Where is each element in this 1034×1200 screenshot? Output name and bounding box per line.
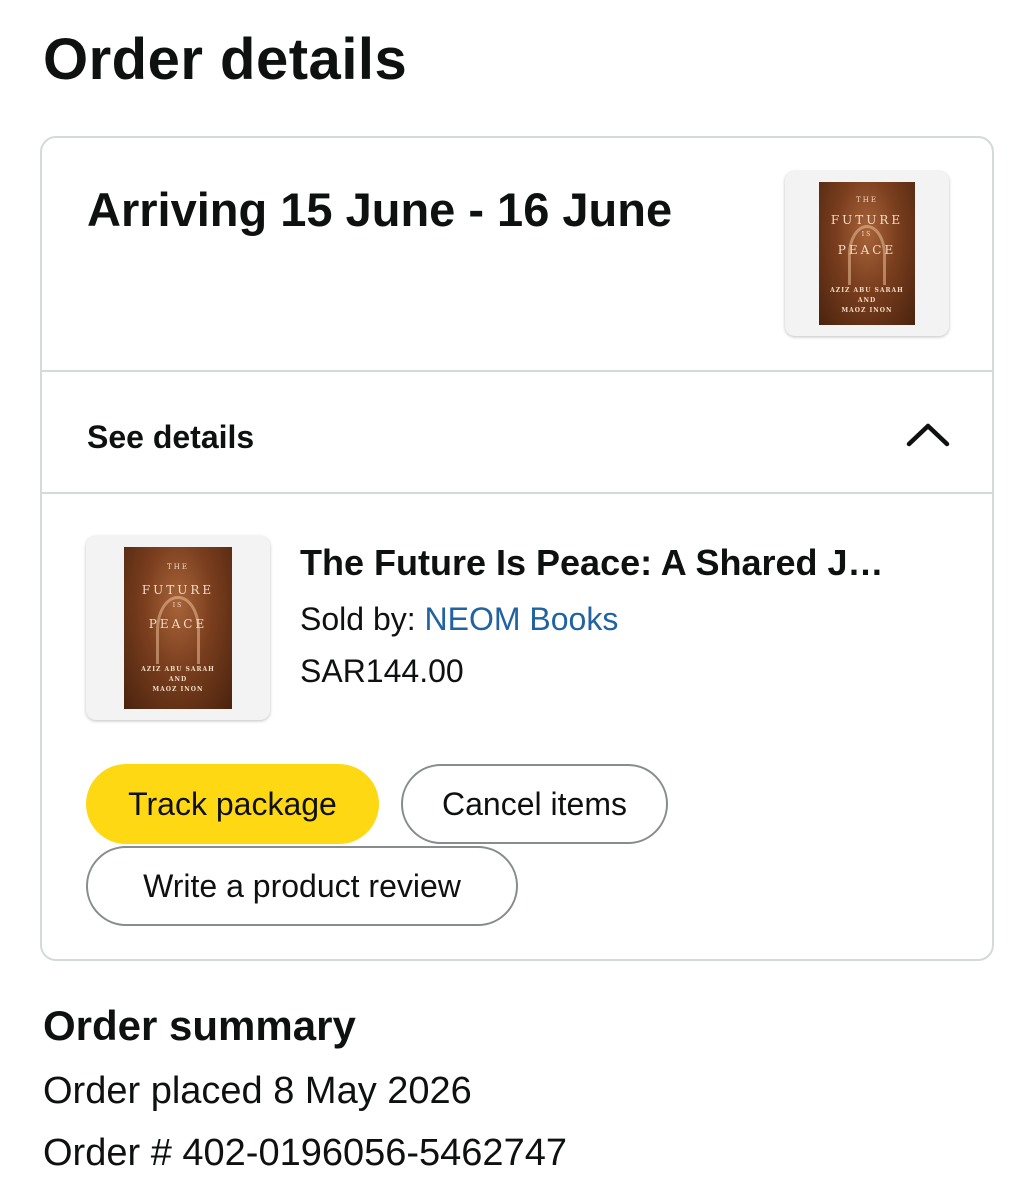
order-details-page: Order details Arriving 15 June - 16 June… (0, 0, 1034, 1200)
order-number: Order # 402-0196056-5462747 (43, 1132, 567, 1174)
cover-text: FUTURE (830, 213, 904, 228)
cover-text: IS (172, 602, 184, 610)
arrival-section: Arriving 15 June - 16 June THE FUTURE IS… (42, 138, 992, 372)
cover-authors: AZIZ ABU SARAH AND MAOZ INON (819, 286, 915, 316)
cancel-items-button[interactable]: Cancel items (401, 764, 668, 844)
write-review-button[interactable]: Write a product review (86, 846, 518, 926)
cover-text: AND (168, 676, 188, 684)
item-price: SAR144.00 (300, 653, 464, 689)
cover-text: PEACE (148, 616, 208, 631)
cover-authors: AZIZ ABU SARAH AND MAOZ INON (124, 665, 232, 695)
cover-text: AZIZ ABU SARAH (830, 287, 904, 295)
sold-by-line: Sold by: NEOM Books (300, 601, 618, 638)
cover-text: THE (167, 563, 189, 572)
seller-link[interactable]: NEOM Books (425, 601, 619, 637)
order-summary-title: Order summary (43, 1002, 356, 1049)
see-details-label: See details (87, 419, 255, 455)
cover-text: AND (857, 297, 877, 305)
shipment-card: Arriving 15 June - 16 June THE FUTURE IS… (40, 136, 994, 961)
book-cover-image: THE FUTURE IS PEACE AZIZ ABU SARAH AND M… (124, 547, 232, 709)
cover-text: MAOZ INON (152, 686, 204, 694)
item-title-link[interactable]: The Future Is Peace: A Shared J… (300, 542, 960, 584)
arrival-date: Arriving 15 June - 16 June (87, 183, 673, 236)
product-thumbnail[interactable]: THE FUTURE IS PEACE AZIZ ABU SARAH AND M… (785, 171, 949, 336)
order-placed-date: Order placed 8 May 2026 (43, 1070, 472, 1112)
page-title: Order details (43, 27, 408, 92)
cover-text: MAOZ INON (841, 307, 893, 315)
book-cover-image: THE FUTURE IS PEACE AZIZ ABU SARAH AND M… (819, 182, 915, 325)
cover-text: THE (856, 196, 878, 205)
sold-by-label: Sold by: (300, 601, 416, 637)
cover-text: AZIZ ABU SARAH (141, 666, 215, 674)
cover-text: FUTURE (141, 582, 215, 597)
cover-text: IS (861, 230, 873, 238)
see-details-toggle[interactable]: See details (42, 372, 992, 494)
item-thumbnail[interactable]: THE FUTURE IS PEACE AZIZ ABU SARAH AND M… (86, 536, 270, 720)
chevron-up-icon (906, 423, 950, 447)
track-package-button[interactable]: Track package (86, 764, 379, 844)
cover-text: PEACE (837, 243, 897, 258)
